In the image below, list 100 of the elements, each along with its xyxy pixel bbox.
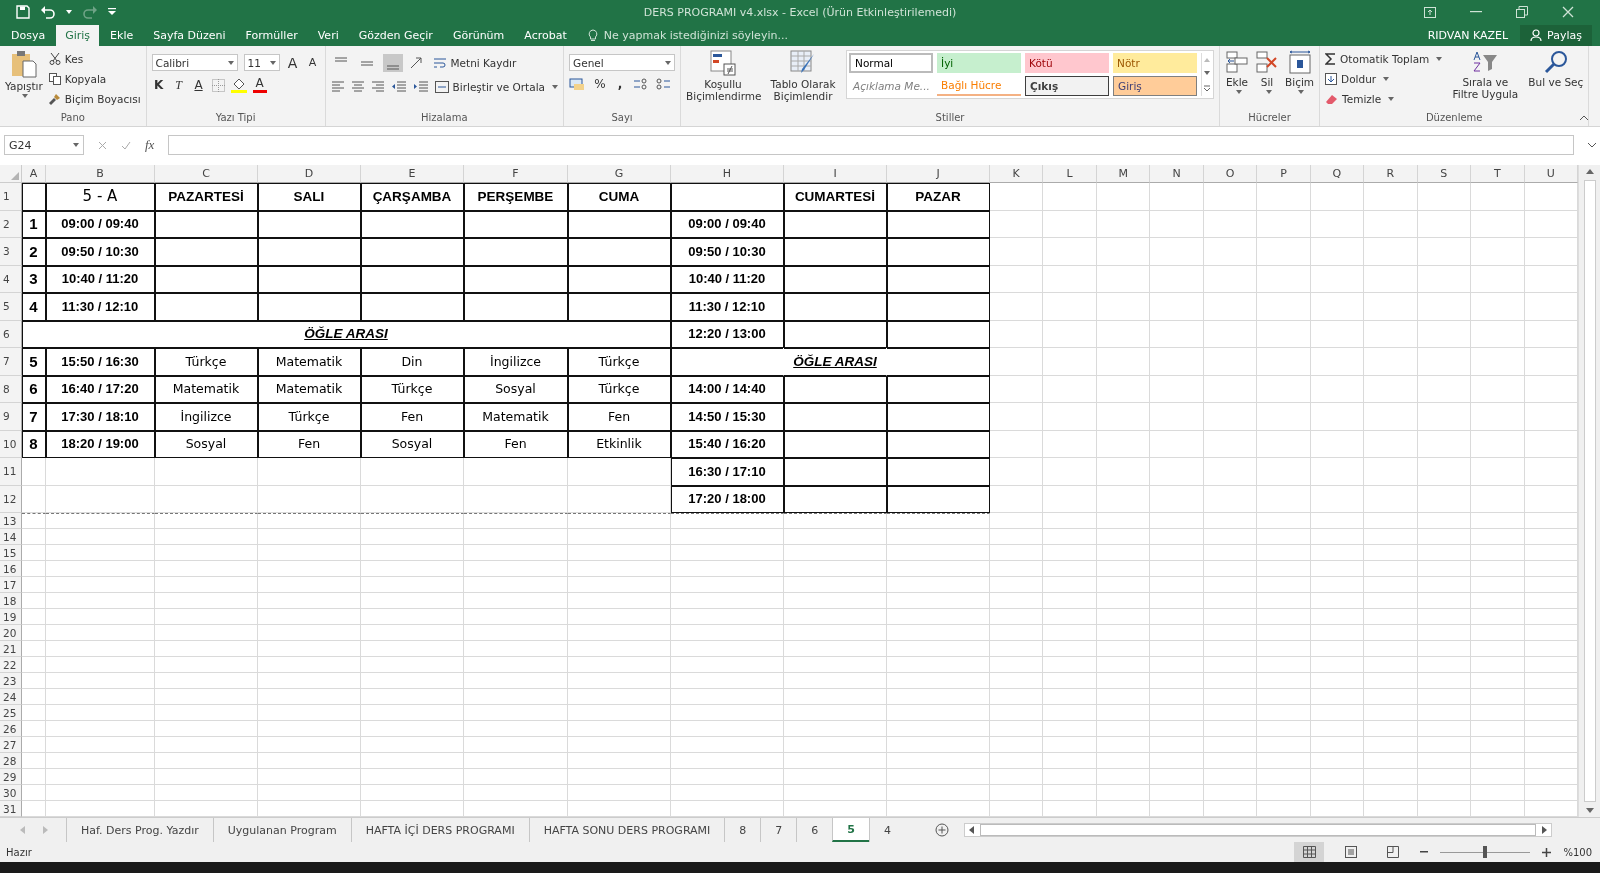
caret-icon[interactable] [1298, 90, 1305, 94]
column-header[interactable]: P [1257, 165, 1311, 183]
cell-style-option[interactable]: Nötr [1113, 53, 1198, 73]
scroll-down-icon[interactable] [1203, 71, 1210, 76]
collapse-ribbon-icon[interactable] [1580, 115, 1588, 120]
caret-icon[interactable] [1265, 90, 1272, 94]
ribbon-tab[interactable]: Dosya [2, 25, 55, 46]
row-header[interactable]: 27 [0, 737, 22, 753]
caret-icon[interactable] [665, 60, 672, 65]
row-header[interactable]: 6 [0, 320, 22, 348]
row-header[interactable]: 26 [0, 721, 22, 737]
formula-field[interactable] [168, 135, 1574, 155]
insert-function-button[interactable]: fx [145, 137, 155, 153]
zoom-in-icon[interactable] [1542, 847, 1552, 857]
row-header[interactable]: 4 [0, 265, 22, 293]
decrease-decimal-icon[interactable] [655, 77, 672, 91]
conditional-formatting-button[interactable]: Koşullu Biçimlendirme [686, 50, 761, 102]
cell-style-option[interactable]: İyi [937, 53, 1022, 73]
cell-style-option[interactable]: Normal [849, 53, 934, 73]
normal-view-button[interactable] [1294, 842, 1325, 862]
column-header[interactable]: T [1471, 165, 1525, 183]
ribbon-tab[interactable]: Formüller [236, 25, 307, 46]
ribbon-tab[interactable]: Ekle [101, 25, 143, 46]
bold-button[interactable]: K [151, 78, 166, 92]
cell-style-option[interactable]: Giriş [1113, 76, 1198, 96]
column-header[interactable]: D [258, 165, 361, 183]
column-header[interactable]: N [1150, 165, 1204, 183]
column-header[interactable]: A [22, 165, 46, 183]
ribbon-tab[interactable]: Görünüm [443, 25, 514, 46]
percent-button[interactable]: % [593, 77, 608, 91]
vertical-align-icon[interactable] [382, 54, 403, 72]
zoom-percentage[interactable]: %100 [1563, 846, 1592, 858]
ribbon-tab[interactable]: Gözden Geçir [349, 25, 442, 46]
caret-icon[interactable] [269, 60, 276, 65]
caret-icon[interactable] [1235, 90, 1242, 94]
clear-button[interactable]: Temizle [1325, 90, 1443, 108]
column-header[interactable]: B [46, 165, 155, 183]
column-header[interactable]: G [568, 165, 671, 183]
caret-icon[interactable] [66, 10, 72, 14]
caret-icon[interactable] [22, 94, 29, 98]
more-icon[interactable] [1203, 85, 1210, 92]
row-header[interactable]: 24 [0, 689, 22, 705]
row-header[interactable]: 20 [0, 625, 22, 641]
cut-button[interactable]: Kes [48, 50, 141, 68]
column-header[interactable]: H [671, 165, 784, 183]
row-header[interactable]: 7 [0, 348, 22, 376]
customize-icon[interactable] [108, 8, 116, 16]
row-header[interactable]: 1 [0, 183, 22, 211]
column-header[interactable]: Q [1310, 165, 1365, 183]
column-header[interactable]: J [887, 165, 990, 183]
cell-style-option[interactable]: Çıkış [1025, 76, 1110, 96]
caret-icon[interactable] [1388, 97, 1395, 101]
zoom-slider-thumb[interactable] [1483, 846, 1488, 858]
row-header[interactable]: 10 [0, 430, 22, 458]
increase-decimal-icon[interactable] [633, 77, 650, 91]
autosum-button[interactable]: Otomatik Toplam [1325, 50, 1443, 68]
scrollbar-thumb[interactable] [1583, 180, 1596, 802]
increase-indent-icon[interactable] [412, 81, 429, 93]
row-header[interactable]: 31 [0, 801, 22, 817]
scroll-up-icon[interactable] [1585, 169, 1594, 174]
expand-icon[interactable] [1588, 142, 1596, 148]
column-header[interactable]: C [155, 165, 258, 183]
fill-color-icon[interactable] [230, 77, 247, 93]
sheet-tab[interactable]: 5 [832, 818, 869, 842]
row-header[interactable]: 29 [0, 769, 22, 785]
caret-icon[interactable] [552, 85, 559, 89]
column-header[interactable]: R [1364, 165, 1418, 183]
caret-icon[interactable] [73, 143, 79, 147]
cell-style-option[interactable]: Kötü [1025, 53, 1110, 73]
row-header[interactable]: 11 [0, 458, 22, 486]
row-header[interactable]: 28 [0, 753, 22, 769]
column-header[interactable]: O [1203, 165, 1258, 183]
share-button[interactable]: Paylaş [1520, 25, 1592, 46]
grow-font-button[interactable]: A [285, 54, 300, 71]
cell-style-option[interactable]: Açıklama Me... [849, 76, 934, 96]
row-header[interactable]: 15 [0, 545, 22, 561]
row-header[interactable]: 22 [0, 657, 22, 673]
row-header[interactable]: 21 [0, 641, 22, 657]
sort-filter-button[interactable]: Sırala ve Filtre Uygula [1448, 50, 1523, 100]
row-header[interactable]: 23 [0, 673, 22, 689]
wrap-text-button[interactable]: Metni Kaydır [432, 54, 517, 72]
shrink-font-button[interactable]: A [305, 56, 320, 69]
decrease-indent-icon[interactable] [390, 81, 407, 93]
copy-button[interactable]: Kopyala [48, 70, 141, 88]
borders-icon[interactable] [211, 78, 225, 92]
insert-cells-button[interactable]: Ekle [1225, 50, 1250, 94]
row-header[interactable]: 5 [0, 293, 22, 321]
ribbon-tab[interactable]: Giriş [56, 25, 100, 46]
font-name-field[interactable]: Calibri [151, 54, 238, 71]
scroll-right-icon[interactable] [1542, 826, 1547, 834]
ribbon-tab[interactable]: Sayfa Düzeni [144, 25, 235, 46]
row-header[interactable]: 14 [0, 529, 22, 545]
restore-icon[interactable] [1516, 6, 1528, 18]
row-header[interactable]: 18 [0, 593, 22, 609]
close-icon[interactable] [1562, 6, 1574, 18]
row-header[interactable]: 3 [0, 238, 22, 266]
tell-me-field[interactable]: Ne yapmak istediğinizi söyleyin... [587, 25, 806, 46]
number-format-field[interactable]: Genel [569, 54, 676, 71]
column-header[interactable]: U [1524, 165, 1578, 183]
italic-button[interactable]: T [171, 77, 186, 93]
